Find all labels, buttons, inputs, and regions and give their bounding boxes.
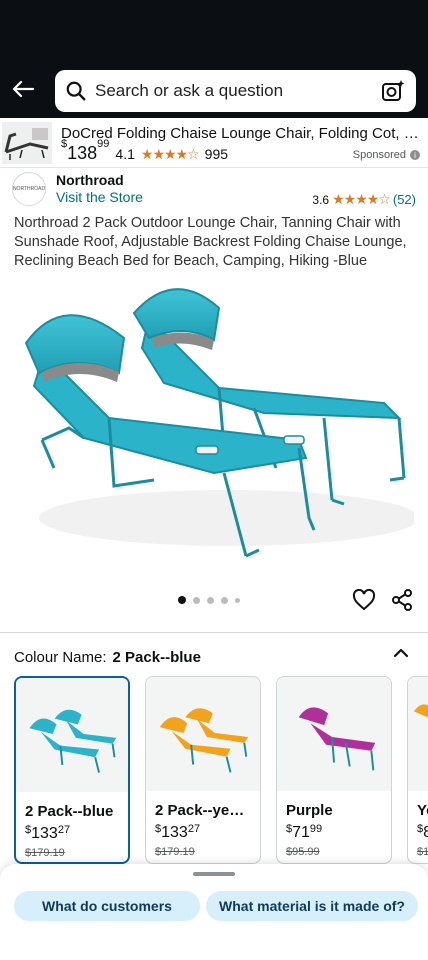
sponsored-rating: 4.1 (115, 146, 135, 162)
swatch-image (16, 678, 128, 792)
rating-value: 3.6 (312, 192, 330, 207)
back-button[interactable] (8, 72, 38, 106)
image-carousel-dots[interactable] (178, 596, 240, 604)
colour-label: Colour Name: 2 Pack--blue (14, 649, 201, 666)
carousel-dot[interactable] (235, 597, 240, 603)
sponsored-stars: ★★★★☆ (140, 146, 200, 162)
chevron-up-icon[interactable] (392, 646, 410, 660)
colour-swatch-list: 2 Pack--blue $133 27 $179.19 2 Pack--ye… … (14, 676, 428, 864)
swatch-old-price: $179.19 (155, 846, 195, 858)
section-divider (0, 632, 428, 633)
visit-store-link[interactable]: Visit the Store (56, 189, 143, 205)
swatch-old-price: $1 (417, 846, 428, 858)
suggestion-chip-customers[interactable]: What do customers (14, 891, 200, 921)
heart-icon[interactable] (352, 589, 376, 611)
sponsored-price: $13899 (61, 138, 110, 163)
back-chair (132, 288, 406, 506)
swatch-2-pack-blue[interactable]: 2 Pack--blue $133 27 $179.19 (14, 676, 130, 864)
sponsored-product-title: DoCred Folding Chaise Lounge Chair, Fold… (61, 125, 423, 142)
brand-logo[interactable]: NORTHROAD (12, 172, 46, 206)
colour-selected-value: 2 Pack--blue (112, 649, 201, 666)
swatch-image (408, 677, 428, 791)
swatch-price: $133 27 (25, 824, 71, 842)
sponsored-product-thumbnail (2, 122, 52, 164)
carousel-dot[interactable] (193, 596, 200, 604)
swatch-yellow[interactable]: Ye $8 $1 (407, 676, 428, 864)
sponsored-label[interactable]: Sponsored i (353, 149, 420, 161)
swatch-2-pack-yellow[interactable]: 2 Pack--ye… $133 27 $179.19 (145, 676, 261, 864)
rating-stars: ★★★★☆ (332, 191, 391, 207)
top-bar: Search or ask a question (0, 0, 428, 118)
swatch-old-price: $95.99 (286, 846, 320, 858)
arrow-left-icon (12, 80, 34, 98)
brand-row: NORTHROAD Northroad Visit the Store 3.6 … (0, 168, 428, 212)
sponsored-review-count: 995 (204, 146, 229, 162)
camera-search-icon[interactable] (380, 78, 406, 104)
sponsored-product-banner[interactable]: DoCred Folding Chaise Lounge Chair, Fold… (0, 118, 428, 168)
carousel-dot[interactable] (178, 596, 186, 604)
swatch-old-price: $179.19 (25, 847, 65, 859)
rating-count: (52) (392, 192, 416, 207)
swatch-price: $8 (417, 823, 428, 841)
product-rating[interactable]: 3.6 ★★★★☆ (52) (312, 191, 416, 208)
search-icon (66, 81, 86, 101)
product-image[interactable] (14, 268, 414, 586)
swatch-purple[interactable]: Purple $71 99 $95.99 (276, 676, 392, 864)
carousel-dot[interactable] (221, 596, 228, 604)
swatch-image (277, 677, 391, 791)
swatch-price: $133 27 (155, 823, 201, 841)
search-placeholder: Search or ask a question (95, 81, 284, 100)
brand-name: Northroad (56, 172, 124, 188)
carousel-dot[interactable] (207, 596, 214, 604)
share-icon[interactable] (391, 589, 413, 611)
suggestion-chip-material[interactable]: What material is it made of? (206, 891, 418, 921)
search-input[interactable]: Search or ask a question (55, 70, 416, 112)
sponsored-price-rating-row: $13899 4.1 ★★★★☆ 995 (61, 138, 229, 164)
info-icon: i (410, 150, 420, 160)
ask-suggestions-sheet: What do customers What material is it ma… (0, 864, 428, 960)
sheet-drag-handle[interactable] (193, 872, 235, 876)
swatch-price: $71 99 (286, 823, 323, 841)
swatch-image (146, 677, 260, 791)
product-title: Northroad 2 Pack Outdoor Lounge Chair, T… (14, 215, 407, 269)
